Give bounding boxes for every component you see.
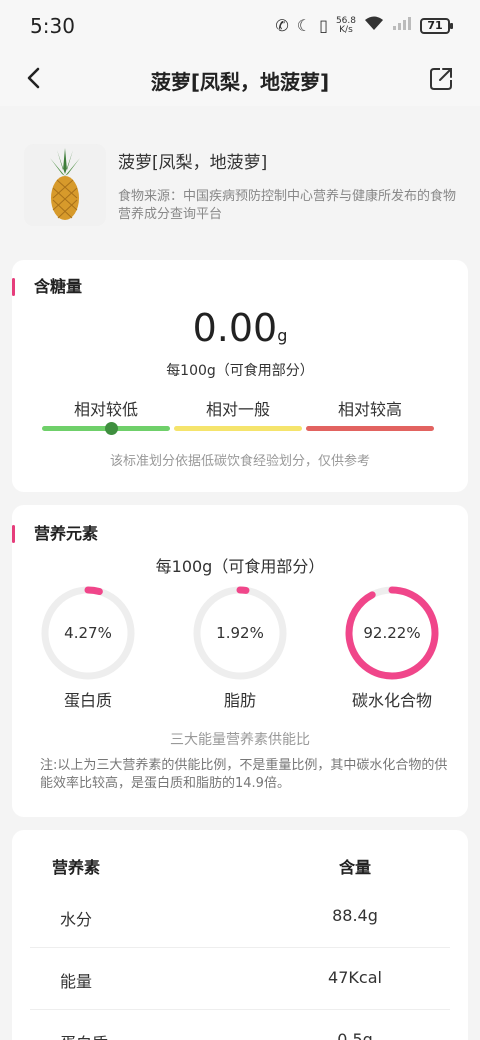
carbs-percent: 92.22% xyxy=(363,624,421,642)
protein-percent: 4.27% xyxy=(64,624,112,642)
table-header-amount: 含量 xyxy=(338,858,371,877)
hd-call-icon: ✆ xyxy=(275,15,289,35)
level-high-bar xyxy=(306,426,434,431)
network-speed: 56.8 K/s xyxy=(335,15,356,35)
row-nutrient-name: 能量 xyxy=(60,972,93,991)
row-nutrient-name: 蛋白质 xyxy=(60,1030,108,1040)
carbs-label: 碳水化合物 xyxy=(351,691,432,710)
sugar-value: 0.00g xyxy=(12,306,468,350)
sugar-per-100g: 每100g（可食用部分） xyxy=(166,363,314,379)
food-name: 菠萝[凤梨，地菠萝] xyxy=(118,153,268,173)
level-high-label: 相对较高 xyxy=(337,400,402,419)
level-marker xyxy=(105,422,118,435)
chevron-left-icon xyxy=(27,67,40,89)
row-nutrient-value: 88.4g xyxy=(332,906,378,925)
sugar-title: 含糖量 xyxy=(12,276,82,298)
level-low-label: 相对较低 xyxy=(73,400,138,419)
protein-ring: 4.27% xyxy=(40,585,136,681)
status-time: 5:30 xyxy=(30,14,75,38)
table-row: 蛋白质 0.5g xyxy=(30,1010,450,1040)
nutrients-title: 营养元素 xyxy=(12,523,98,545)
nutrient-table: 营养素 含量 水分 88.4g 能量 47Kcal 蛋白质 0.5g xyxy=(12,830,468,1040)
fat-percent: 1.92% xyxy=(216,624,264,642)
row-nutrient-name: 水分 xyxy=(60,910,93,929)
status-icons: ✆ ☾ ▯ 56.8 K/s 71 xyxy=(275,15,453,36)
battery-icon: 71 xyxy=(420,17,453,34)
carbs-ring: 92.22% xyxy=(344,585,440,681)
level-medium-label: 相对一般 xyxy=(205,400,270,419)
fat-ring: 1.92% xyxy=(192,585,288,681)
pineapple-image xyxy=(24,144,106,226)
nav-bar: 菠萝[凤梨，地菠萝] xyxy=(0,52,480,106)
fat-label: 脂肪 xyxy=(223,691,256,710)
protein-label: 蛋白质 xyxy=(63,691,112,710)
table-row: 能量 47Kcal xyxy=(30,948,450,1010)
table-header-nutrient: 营养素 xyxy=(52,858,101,877)
signal-icon xyxy=(392,15,412,36)
row-nutrient-value: 0.5g xyxy=(337,1030,373,1040)
external-share-icon xyxy=(430,68,452,90)
ratio-note: 注:以上为三大营养素的供能比例，不是重量比例，其中碳水化合物的供能效率比较高，是… xyxy=(40,758,448,791)
sugar-card: 含糖量 0.00g 每100g（可食用部分） 相对较低 相对一般 相对较高 该标… xyxy=(12,260,468,492)
wifi-icon xyxy=(364,15,384,36)
back-button[interactable] xyxy=(16,60,52,96)
share-button[interactable] xyxy=(424,62,458,96)
nutrients-per-100g: 每100g（可食用部分） xyxy=(155,557,325,576)
ratio-caption: 三大能量营养素供能比 xyxy=(170,732,310,748)
level-medium-bar xyxy=(174,426,302,431)
sugar-number: 0.00 xyxy=(192,306,278,350)
sugar-level-scale: 相对较低 相对一般 相对较高 xyxy=(42,396,434,436)
sugar-unit: g xyxy=(277,326,288,345)
moon-icon: ☾ xyxy=(296,15,312,35)
status-bar: 5:30 ✆ ☾ ▯ 56.8 K/s 71 xyxy=(0,0,480,52)
food-header: 菠萝[凤梨，地菠萝] 食物来源：中国疾病预防控制中心营养与健康所发布的食物营养成… xyxy=(0,106,480,252)
vibrate-icon: ▯ xyxy=(319,15,328,35)
nutrients-card: 营养元素 每100g（可食用部分） 4.27% 蛋白质 1.92% 脂肪 92.… xyxy=(12,505,468,817)
row-nutrient-value: 47Kcal xyxy=(328,968,382,987)
food-source: 食物来源：中国疾病预防控制中心营养与健康所发布的食物营养成分查询平台 xyxy=(118,189,457,222)
page-title: 菠萝[凤梨，地菠萝] xyxy=(150,70,330,94)
table-row: 水分 88.4g xyxy=(30,886,450,948)
sugar-note: 该标准划分依据低碳饮食经验划分，仅供参考 xyxy=(109,454,370,469)
